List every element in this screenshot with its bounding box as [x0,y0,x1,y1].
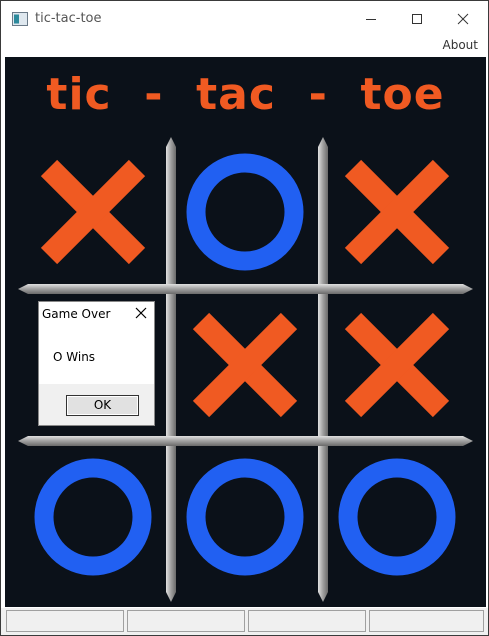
status-pane-3 [248,610,366,632]
ok-button[interactable]: OK [66,395,139,416]
menu-about[interactable]: About [443,38,478,52]
maximize-icon [412,14,422,24]
board-cell[interactable] [175,295,315,435]
grid-line-horizontal-2 [18,436,473,446]
grid-line-vertical-1 [166,137,176,602]
status-pane-4 [369,610,484,632]
minimize-icon [366,19,376,20]
maximize-button[interactable] [394,1,440,37]
app-icon [12,12,28,26]
grid-line-vertical-2 [318,137,328,602]
menu-bar: About [1,37,488,55]
title-bar: tic-tac-toe [1,1,488,37]
board-cell[interactable] [175,142,315,282]
close-icon[interactable] [134,306,148,320]
close-icon [457,13,469,25]
status-pane-1 [6,610,124,632]
board-cell[interactable] [327,295,467,435]
status-pane-2 [127,610,245,632]
game-over-dialog: Game Over O Wins OK [38,301,155,426]
board-cell[interactable] [327,142,467,282]
window-title: tic-tac-toe [35,11,102,26]
minimize-button[interactable] [348,1,394,37]
board-cell[interactable] [23,447,163,587]
grid-line-horizontal-1 [18,284,473,294]
dialog-message: O Wins [53,350,96,364]
dialog-title: Game Over [42,307,111,321]
status-bar [1,608,488,635]
board-cell[interactable] [327,447,467,587]
app-window: tic-tac-toe About tic - tac - toe Game O… [0,0,489,636]
board-cell[interactable] [23,142,163,282]
close-button[interactable] [440,1,486,37]
board-cell[interactable] [175,447,315,587]
